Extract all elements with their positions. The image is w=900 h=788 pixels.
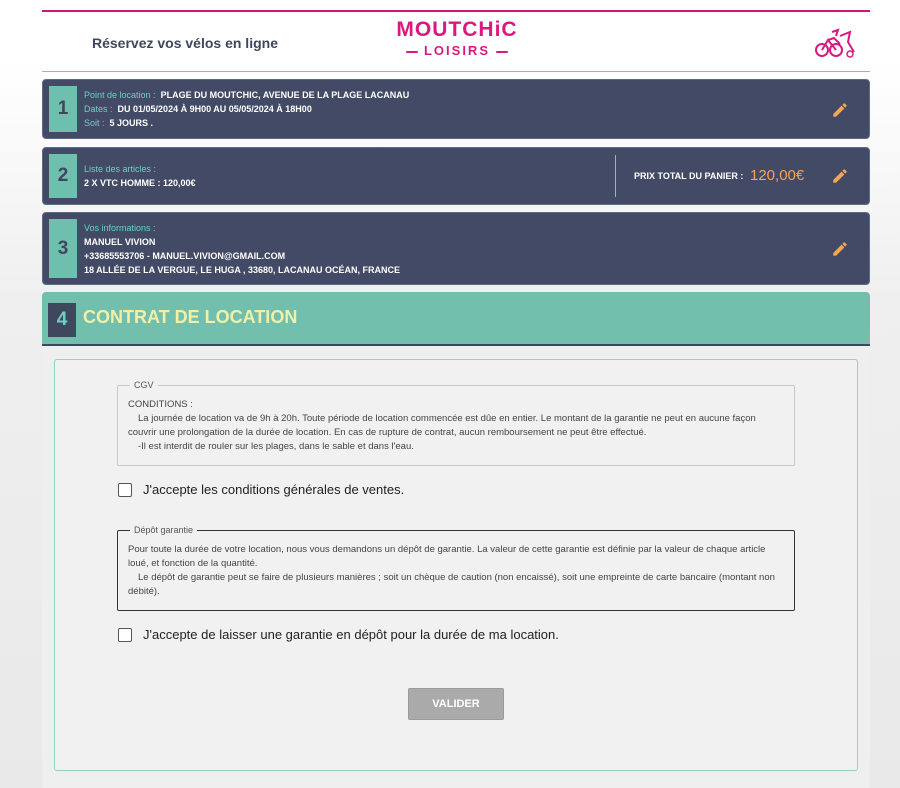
accept-cgv-checkbox[interactable]: J'accepte les conditions générales de ve…	[118, 482, 404, 497]
logo-line1: MOUTCHiC	[396, 18, 518, 41]
step-cart-body: Liste des articles : 2 X VTC HOMME : 120…	[84, 162, 196, 190]
deposit-text-line4: débité).	[128, 586, 160, 597]
location-value: PLAGE DU MOUTCHIC, AVENUE DE LA PLAGE LA…	[160, 90, 410, 100]
checkbox[interactable]	[118, 627, 132, 642]
total-value: 120,00€	[750, 167, 805, 184]
step-cart: 2 Liste des articles : 2 X VTC HOMME : 1…	[42, 147, 870, 205]
deposit-box: Dépôt garantie Pour toute la durée de vo…	[117, 523, 795, 611]
validate-button[interactable]: VALIDER	[408, 688, 504, 720]
moutchic-logo[interactable]: MOUTCHiC LOISIRS	[382, 18, 532, 60]
accept-deposit-label[interactable]: J'accepte de laisser une garantie en dép…	[143, 627, 559, 642]
info-label: Vos informations :	[84, 223, 156, 233]
customer-address: 18 ALLÉE DE LA VERGUE, LE HUGA , 33680, …	[84, 265, 401, 275]
cgv-heading: CONDITIONS :	[128, 399, 193, 410]
step-number: 1	[49, 86, 77, 132]
logo-dash-left	[405, 50, 418, 53]
site-header: Réservez vos vélos en ligne MOUTCHiC LOI…	[42, 10, 870, 72]
step-number: 3	[49, 219, 77, 278]
accept-deposit-checkbox[interactable]: J'accepte de laisser une garantie en dép…	[118, 627, 559, 642]
pencil-icon[interactable]	[831, 167, 849, 185]
deposit-legend: Dépôt garantie	[134, 525, 194, 535]
logo-dash-right	[496, 50, 508, 53]
pencil-icon[interactable]	[831, 240, 849, 258]
step-contract-header: 4 CONTRAT DE LOCATION	[42, 292, 870, 346]
step-info-body: Vos informations : MANUEL VIVION +336855…	[84, 221, 400, 277]
cgv-text-line1: La journée de location va de 9h à 20h. T…	[138, 413, 756, 424]
pencil-icon[interactable]	[831, 101, 849, 119]
items-label: Liste des articles :	[84, 164, 157, 174]
contract-title: CONTRAT DE LOCATION	[83, 307, 298, 327]
duration-label: Soit :	[84, 118, 105, 128]
logo-line2-wrap: LOISIRS	[382, 42, 532, 60]
deposit-text-line1: Pour toute la durée de votre location, n…	[128, 544, 766, 555]
location-label: Point de location :	[84, 90, 156, 100]
step-location: 1 Point de location : PLAGE DU MOUTCHIC,…	[42, 79, 870, 139]
step-number: 2	[49, 154, 77, 198]
deposit-text-line2: loué, et fonction de la quantité.	[128, 558, 258, 569]
logo-line2: LOISIRS	[423, 43, 490, 58]
step-number: 4	[48, 303, 76, 337]
header-tagline: Réservez vos vélos en ligne	[92, 35, 278, 51]
duration-value: 5 JOURS .	[109, 118, 154, 128]
items-value: 2 X VTC HOMME : 120,00€	[84, 178, 196, 188]
step-location-body: Point de location : PLAGE DU MOUTCHIC, A…	[84, 88, 409, 130]
divider	[615, 155, 616, 197]
deposit-text-line3: Le dépôt de garantie peut se faire de pl…	[138, 572, 775, 583]
cgv-box: CGV CONDITIONS : La journée de location …	[117, 378, 795, 466]
step-customer-info: 3 Vos informations : MANUEL VIVION +3368…	[42, 212, 870, 285]
total-label: PRIX TOTAL DU PANIER :	[634, 171, 744, 181]
accept-cgv-label[interactable]: J'accepte les conditions générales de ve…	[143, 482, 404, 497]
dates-label: Dates :	[84, 104, 113, 114]
cgv-text-line3: -Il est interdit de rouler sur les plage…	[138, 441, 414, 452]
cgv-text-line2: couvrir une prolongation de la durée de …	[128, 427, 647, 438]
customer-contact: +33685553706 - MANUEL.VIVION@GMAIL.COM	[84, 251, 286, 261]
dates-value: DU 01/05/2024 À 9H00 AU 05/05/2024 À 18H…	[117, 104, 312, 114]
cgv-legend: CGV	[134, 380, 154, 390]
bike-icon	[815, 28, 855, 58]
checkbox[interactable]	[118, 482, 132, 497]
customer-name: MANUEL VIVION	[84, 237, 156, 247]
